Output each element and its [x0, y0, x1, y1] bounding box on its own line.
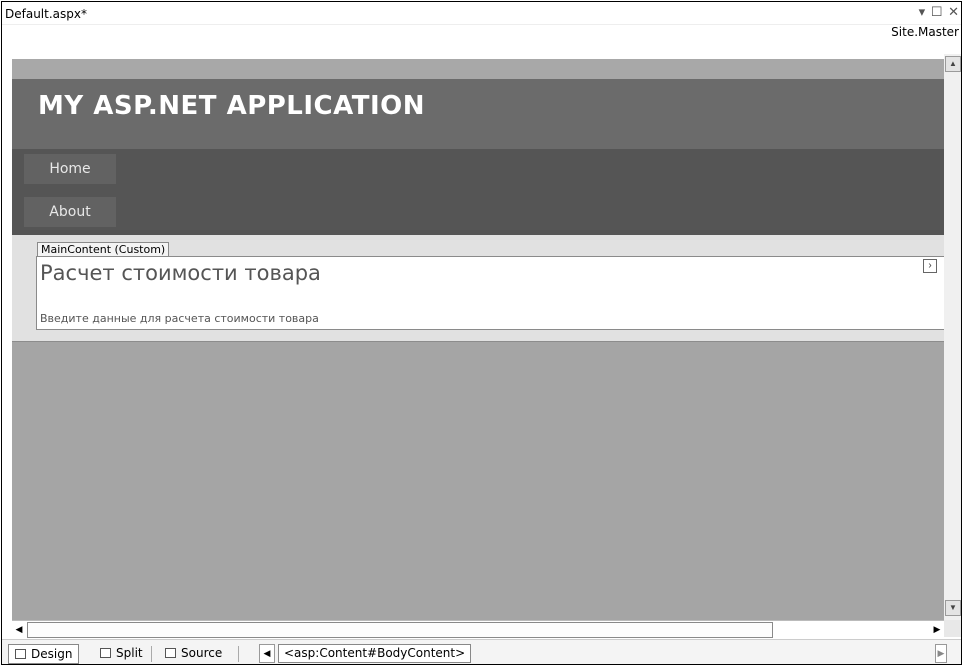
breadcrumb-left-arrow-icon[interactable]: ◀ [259, 644, 275, 663]
tag-breadcrumb[interactable]: <asp:Content#BodyContent> [278, 644, 472, 663]
source-view-label: Source [181, 646, 223, 660]
scroll-down-icon[interactable]: ▼ [945, 600, 961, 616]
site-title: MY ASP.NET APPLICATION [38, 91, 425, 121]
window-controls: ▾ ☐ ✕ [917, 4, 959, 20]
horizontal-scroll-thumb[interactable] [27, 622, 773, 638]
breadcrumb-right-arrow-icon[interactable]: ▶ [935, 644, 947, 663]
master-page-label[interactable]: Site.Master [891, 25, 959, 39]
site-header: MY ASP.NET APPLICATION [12, 79, 944, 149]
close-icon[interactable]: ✕ [948, 4, 959, 20]
page-top-strip [12, 59, 944, 79]
main-content-region[interactable]: Расчет стоимости товара Введите данные д… [36, 256, 944, 330]
split-view-label: Split [116, 646, 143, 660]
design-surface[interactable]: MY ASP.NET APPLICATION Home About MainCo… [12, 59, 944, 620]
design-view-button[interactable]: Design [8, 644, 80, 664]
document-tab-bar: Default.aspx* ▾ ☐ ✕ [2, 2, 961, 25]
horizontal-scrollbar[interactable]: ◀ ▶ [12, 620, 944, 638]
content-text: Введите данные для расчета стоимости тов… [40, 312, 319, 325]
document-tab-title[interactable]: Default.aspx* [5, 7, 87, 21]
smart-tag-arrow-icon[interactable]: › [923, 259, 937, 273]
content-region-tag[interactable]: MainContent (Custom) [37, 242, 170, 256]
vertical-scrollbar[interactable]: ▲ ▼ [944, 54, 961, 620]
source-view-icon [165, 648, 176, 658]
view-separator [238, 646, 239, 662]
maximize-icon[interactable]: ☐ [931, 4, 943, 20]
source-view-button[interactable]: Source [159, 644, 228, 662]
view-bar: Design Split Source ◀ <asp:Content#BodyC… [2, 639, 961, 664]
scrollbar-corner [944, 620, 961, 637]
chevron-down-icon[interactable]: ▾ [919, 4, 926, 20]
menu-item-home[interactable]: Home [24, 154, 116, 184]
scroll-left-icon[interactable]: ◀ [12, 622, 26, 636]
design-view-icon [15, 649, 26, 659]
menu-item-about[interactable]: About [24, 197, 116, 227]
split-view-button[interactable]: Split [94, 644, 149, 662]
content-heading: Расчет стоимости товара [40, 261, 321, 285]
site-menu: Home About [12, 149, 944, 235]
design-view-label: Design [31, 647, 73, 661]
scroll-right-icon[interactable]: ▶ [930, 622, 944, 636]
scroll-up-icon[interactable]: ▲ [945, 56, 961, 72]
view-separator [151, 646, 152, 662]
editor-window: Default.aspx* ▾ ☐ ✕ Site.Master MY ASP.N… [1, 1, 962, 665]
main-area: MainContent (Custom) Расчет стоимости то… [12, 235, 944, 342]
split-view-icon [100, 648, 111, 658]
